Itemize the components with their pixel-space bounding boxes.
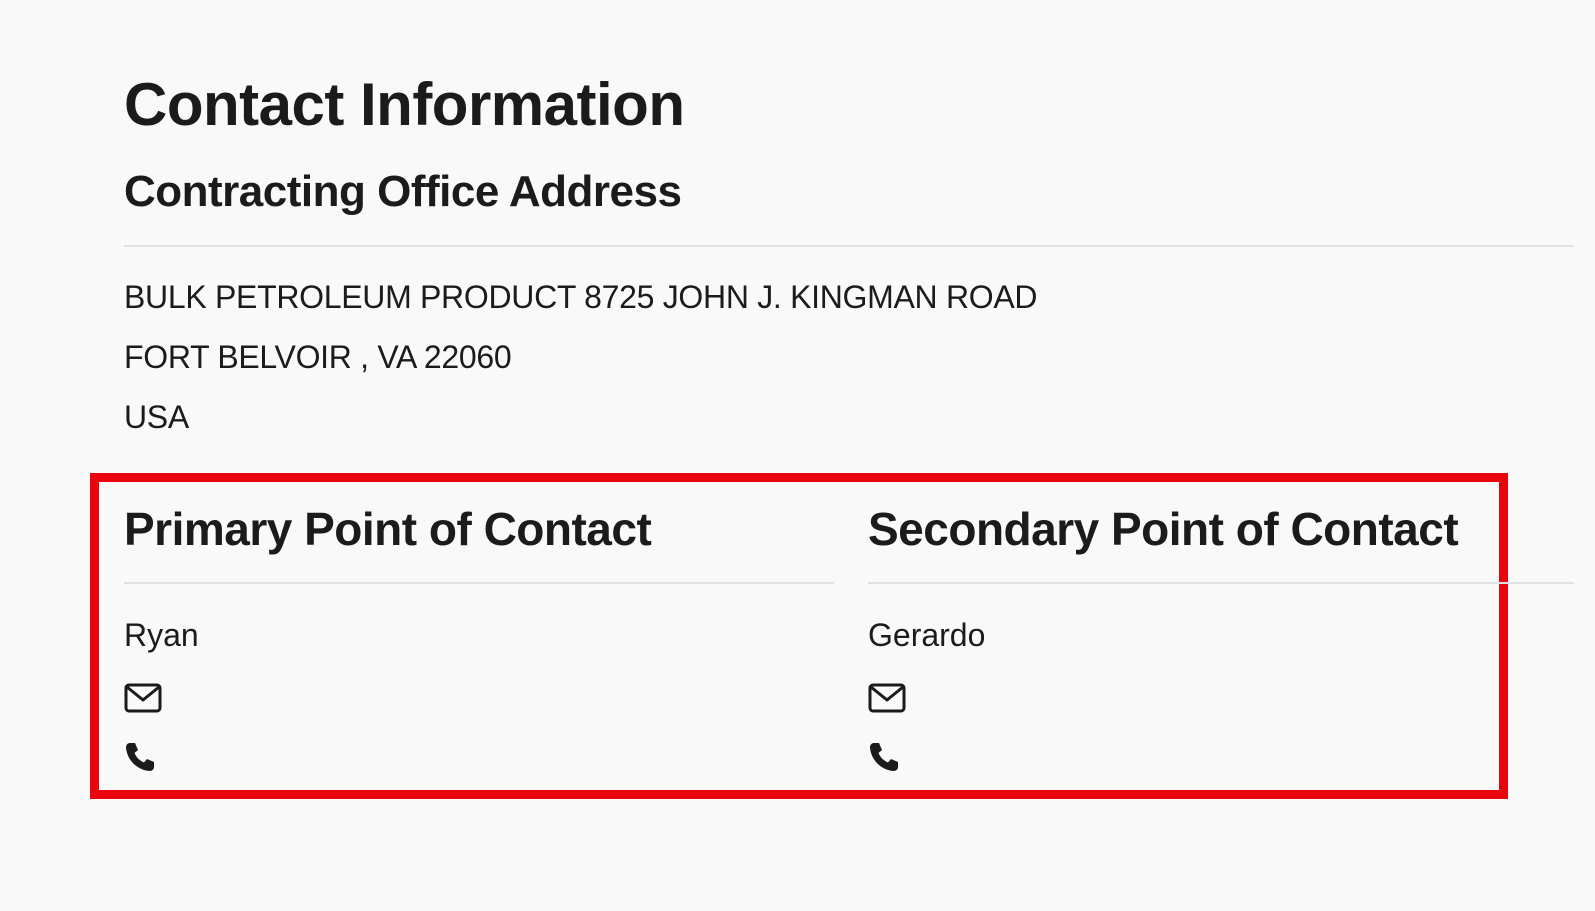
office-divider bbox=[124, 245, 1574, 247]
primary-phone-icon[interactable] bbox=[124, 741, 156, 778]
primary-contact-heading: Primary Point of Contact bbox=[124, 503, 652, 555]
contracting-office-heading: Contracting Office Address bbox=[124, 167, 682, 216]
contact-information-page: Contact Information Contracting Office A… bbox=[0, 0, 1595, 911]
primary-email-envelope-icon[interactable] bbox=[124, 683, 162, 718]
address-line-street: BULK PETROLEUM PRODUCT 8725 JOHN J. KING… bbox=[124, 279, 1038, 315]
secondary-contact-divider bbox=[868, 582, 1574, 584]
secondary-email-envelope-icon[interactable] bbox=[868, 683, 906, 718]
secondary-phone-icon[interactable] bbox=[868, 741, 900, 778]
secondary-contact-name: Gerardo bbox=[868, 617, 986, 653]
secondary-contact-heading: Secondary Point of Contact bbox=[868, 503, 1459, 555]
primary-contact-name: Ryan bbox=[124, 617, 199, 653]
address-line-country: USA bbox=[124, 399, 189, 435]
primary-contact-divider bbox=[124, 582, 834, 584]
address-line-city: FORT BELVOIR , VA 22060 bbox=[124, 339, 512, 375]
page-title: Contact Information bbox=[124, 71, 685, 138]
